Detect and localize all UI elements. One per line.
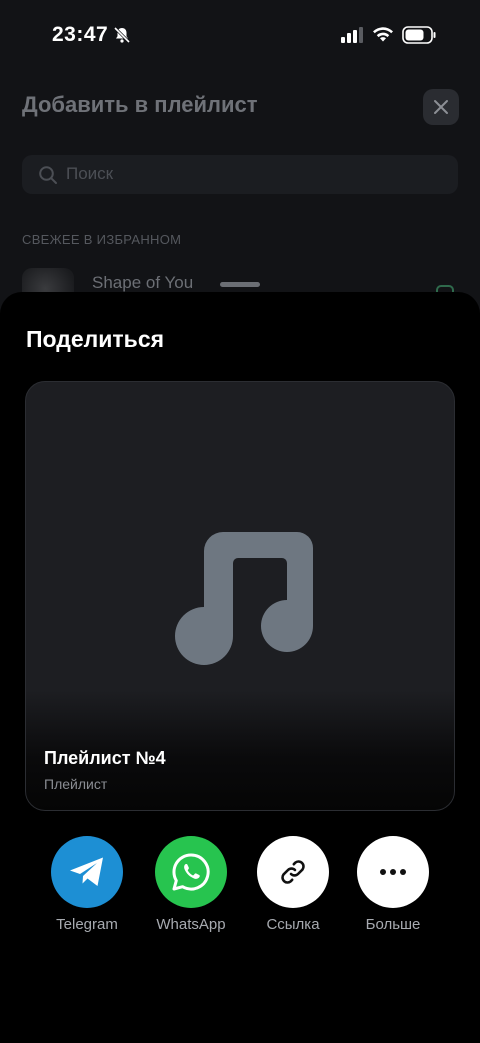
- section-header: СВЕЖЕЕ В ИЗБРАННОМ: [22, 232, 182, 247]
- share-more-button[interactable]: Больше: [343, 836, 443, 933]
- share-label-link: Ссылка: [266, 916, 320, 933]
- close-icon: [434, 100, 448, 114]
- more-circle[interactable]: [357, 836, 429, 908]
- share-whatsapp-button[interactable]: WhatsApp: [141, 836, 241, 933]
- link-circle[interactable]: [257, 836, 329, 908]
- playlist-card: Плейлист №4 Плейлист: [25, 381, 455, 811]
- whatsapp-circle[interactable]: [155, 836, 227, 908]
- wifi-icon: [373, 27, 393, 42]
- status-time: 23:47: [52, 23, 109, 46]
- whatsapp-icon: [172, 853, 210, 891]
- status-bar: 23:47: [0, 0, 480, 70]
- song-title[interactable]: Shape of You: [92, 273, 193, 293]
- search-input[interactable]: Поиск: [22, 155, 458, 194]
- share-telegram-button[interactable]: Telegram: [37, 836, 137, 933]
- more-icon: [380, 869, 406, 875]
- share-targets: Telegram WhatsApp Ссылка Больше: [0, 836, 480, 936]
- share-label-telegram: Telegram: [56, 916, 118, 933]
- telegram-circle[interactable]: [51, 836, 123, 908]
- share-link-button[interactable]: Ссылка: [243, 836, 343, 933]
- sheet-grabber[interactable]: [220, 282, 260, 287]
- battery-icon: [402, 26, 436, 44]
- share-label-whatsapp: WhatsApp: [156, 916, 226, 933]
- share-title: Поделиться: [26, 326, 165, 352]
- search-placeholder: Поиск: [66, 164, 114, 183]
- telegram-icon: [70, 857, 103, 886]
- bell-slash-icon: [113, 26, 131, 44]
- music-note-icon: [175, 532, 313, 665]
- link-icon: [281, 860, 305, 884]
- playlist-type: Плейлист: [44, 776, 108, 792]
- add-to-playlist-title: Добавить в плейлист: [22, 92, 258, 117]
- search-icon: [39, 166, 57, 184]
- playlist-name: Плейлист №4: [44, 748, 166, 768]
- close-button[interactable]: [423, 89, 459, 125]
- signal-icon: [341, 27, 363, 43]
- share-label-more: Больше: [365, 916, 421, 933]
